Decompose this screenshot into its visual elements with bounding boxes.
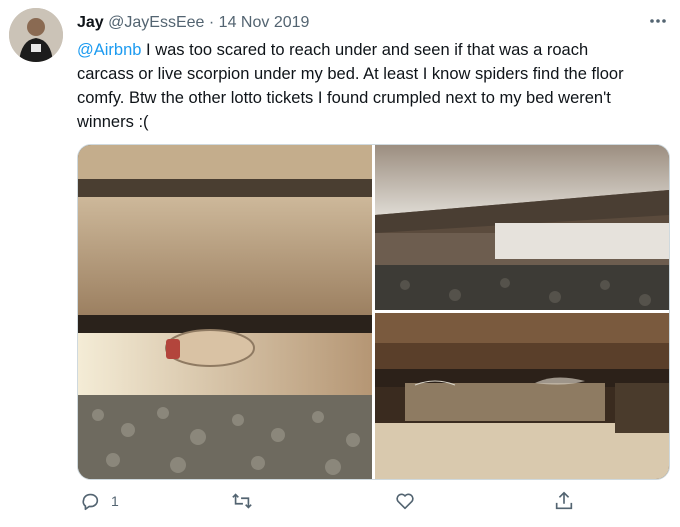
photo-bottle-under-bed[interactable] xyxy=(78,145,372,479)
share-icon xyxy=(555,491,573,510)
avatar-photo xyxy=(9,8,63,62)
reply-count: 1 xyxy=(111,493,119,509)
photo-spider-webs[interactable] xyxy=(375,313,669,479)
retweet-button[interactable] xyxy=(231,490,253,512)
reply-icon xyxy=(82,493,99,511)
tweet-body: I was too scared to reach under and seen… xyxy=(77,41,624,131)
action-bar: 1 xyxy=(0,490,680,520)
avatar[interactable] xyxy=(9,8,63,62)
media-grid xyxy=(77,144,670,480)
retweet-icon xyxy=(232,493,252,509)
tweet-text: @Airbnb I was too scared to reach under … xyxy=(77,38,647,134)
display-name[interactable]: Jay xyxy=(77,14,104,31)
reply-button[interactable]: 1 xyxy=(79,490,119,512)
photo-under-bed-rug[interactable] xyxy=(375,145,669,310)
user-handle[interactable]: @JayEssEee xyxy=(108,14,204,31)
tweet-header: Jay @JayEssEee · 14 Nov 2019 xyxy=(77,13,309,33)
like-button[interactable] xyxy=(394,490,416,512)
mention-link[interactable]: @Airbnb xyxy=(77,41,141,59)
share-button[interactable] xyxy=(553,490,575,512)
tweet-date[interactable]: 14 Nov 2019 xyxy=(219,14,310,31)
more-options-icon[interactable] xyxy=(645,11,671,31)
heart-icon xyxy=(396,493,414,510)
separator-dot: · xyxy=(208,14,215,31)
